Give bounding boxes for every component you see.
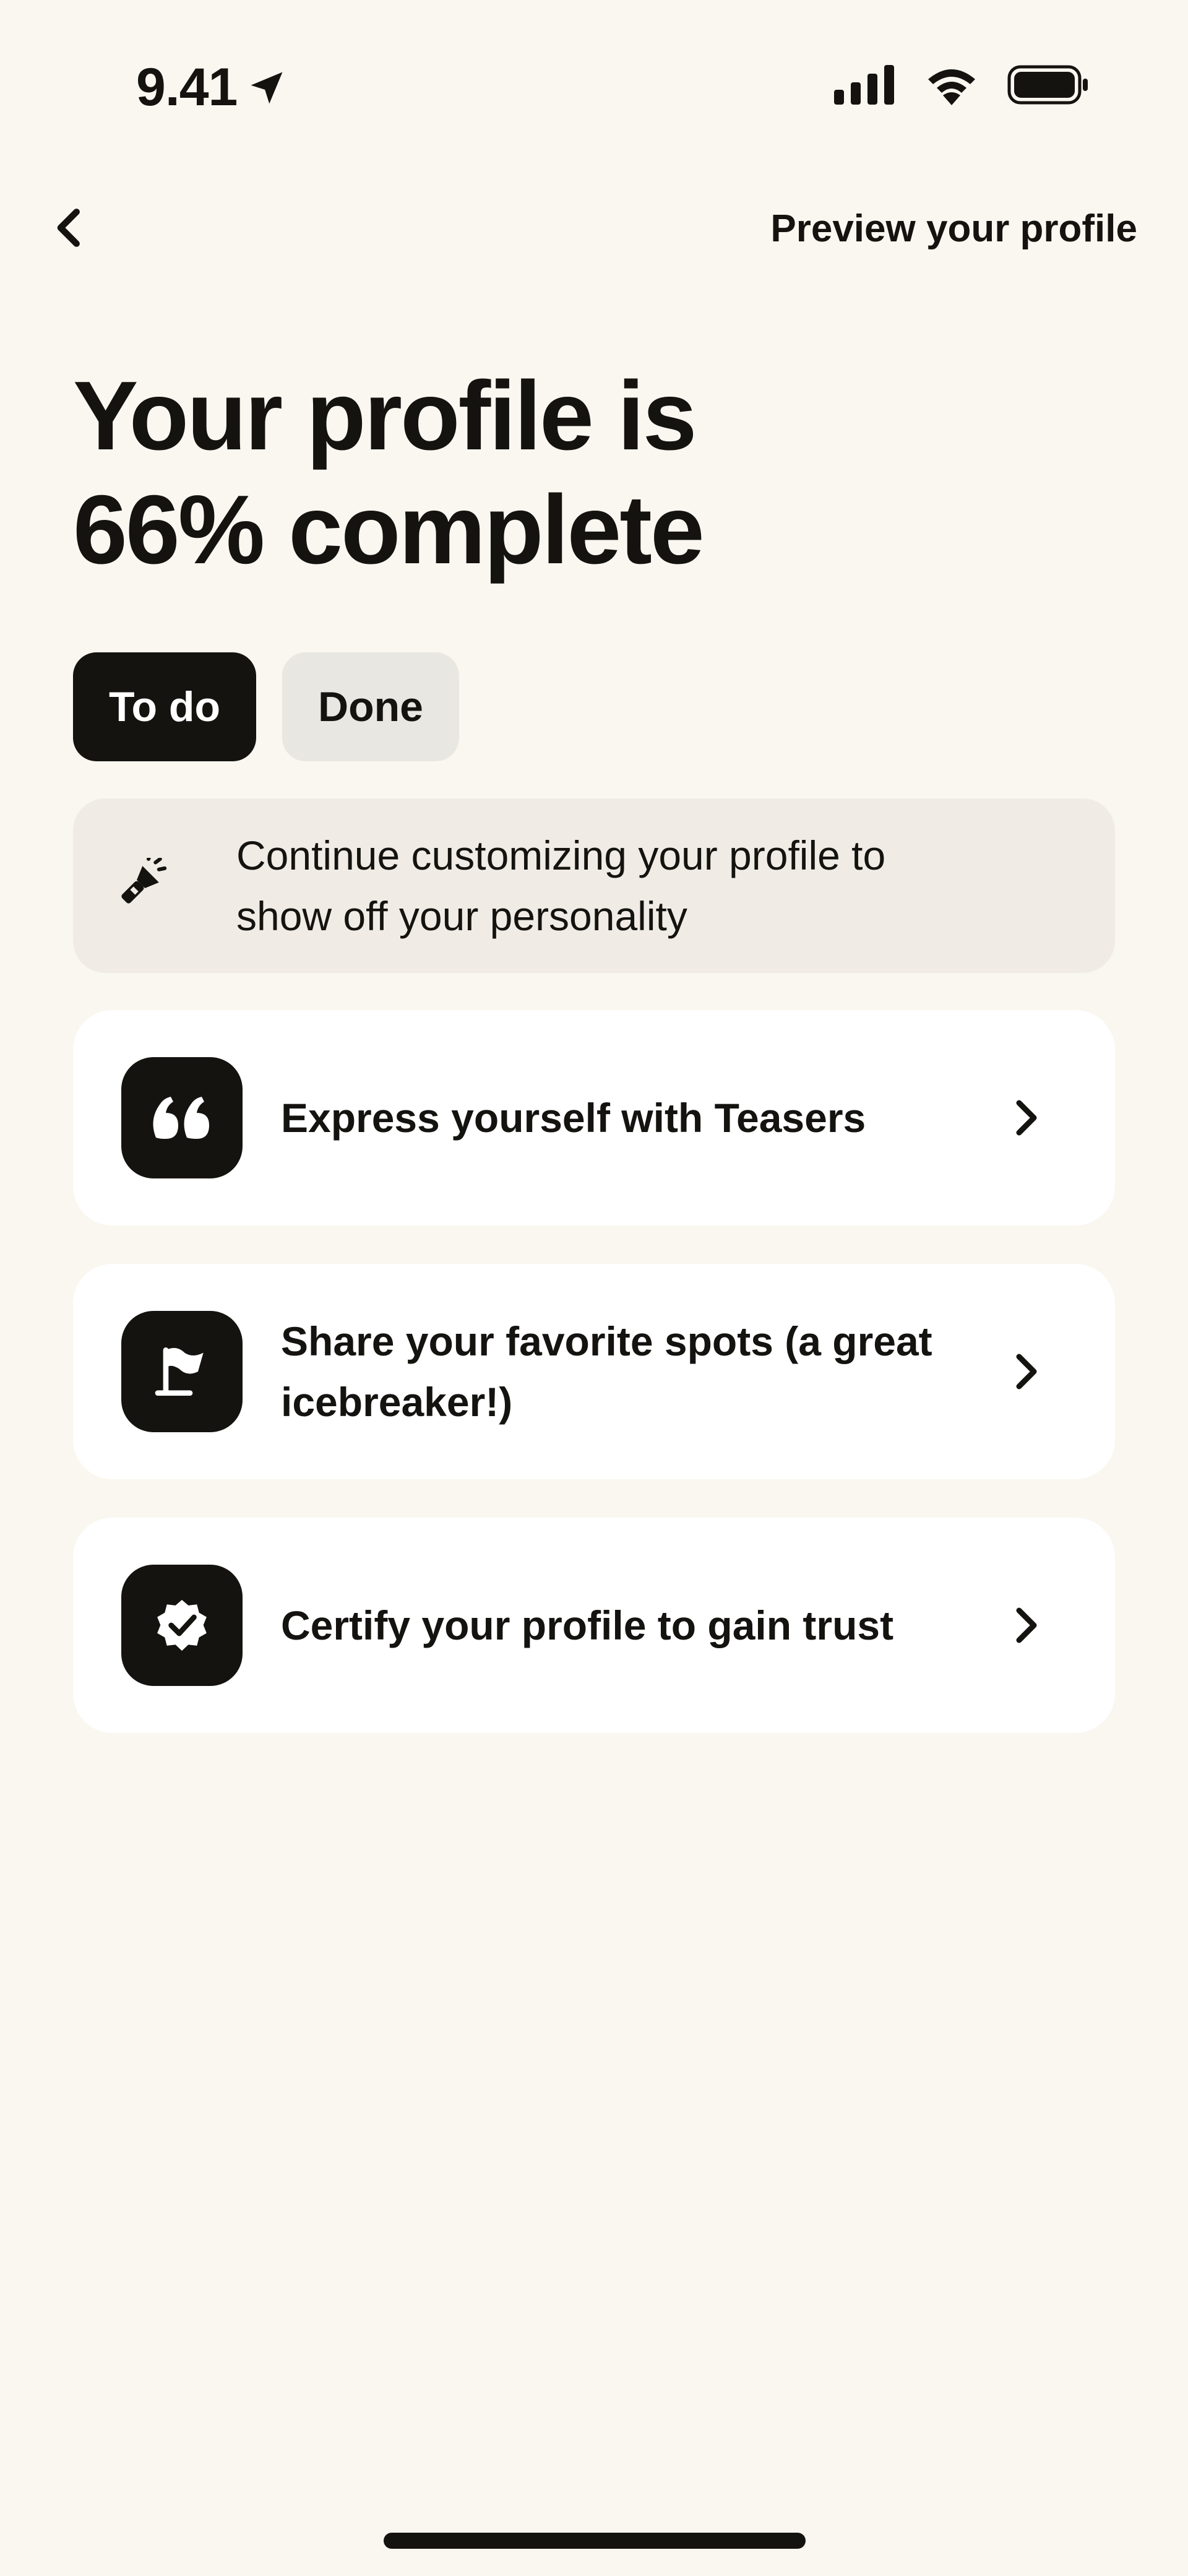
- flag-icon: [121, 1311, 243, 1432]
- battery-icon: [1007, 65, 1088, 105]
- page-title-line1: Your profile is: [73, 361, 697, 470]
- back-button[interactable]: [40, 198, 99, 257]
- status-icons: [834, 64, 1089, 105]
- flashlight-icon: [111, 858, 167, 914]
- home-indicator: [384, 2533, 806, 2549]
- tabs: To do Done: [73, 652, 459, 761]
- task-label: Share your favorite spots (a great icebr…: [281, 1318, 932, 1425]
- task-card-certify[interactable]: Certify your profile to gain trust: [73, 1518, 1115, 1733]
- tab-label: To do: [109, 683, 220, 730]
- quote-icon: [121, 1057, 243, 1178]
- tab-to-do[interactable]: To do: [73, 652, 256, 761]
- location-arrow-icon: [251, 72, 283, 103]
- wifi-icon: [928, 69, 975, 105]
- preview-profile-link[interactable]: Preview your profile: [770, 207, 1137, 251]
- chevron-right-icon: [1005, 1604, 1048, 1647]
- tab-label: Done: [318, 683, 423, 730]
- cellular-signal-icon: [834, 65, 894, 105]
- verified-badge-icon: [121, 1565, 243, 1686]
- task-label: Certify your profile to gain trust: [281, 1602, 894, 1648]
- status-bar: 9.41: [0, 0, 1188, 149]
- info-banner-text: Continue customizing your profile to sho…: [236, 832, 886, 939]
- task-card-teasers[interactable]: Express yourself with Teasers: [73, 1010, 1115, 1225]
- chevron-right-icon: [1005, 1350, 1048, 1393]
- status-time: 9.41: [136, 57, 288, 118]
- chevron-right-icon: [1005, 1096, 1048, 1139]
- page-title-line2: 66% complete: [73, 475, 705, 584]
- info-banner: Continue customizing your profile to sho…: [73, 798, 1115, 973]
- task-label: Express yourself with Teasers: [281, 1095, 866, 1141]
- tab-done[interactable]: Done: [282, 652, 459, 761]
- chevron-left-icon: [57, 209, 80, 247]
- page-title: Your profile is 66% complete: [73, 359, 1063, 587]
- status-time-text: 9.41: [136, 58, 238, 117]
- task-card-favorite-spots[interactable]: Share your favorite spots (a great icebr…: [73, 1264, 1115, 1479]
